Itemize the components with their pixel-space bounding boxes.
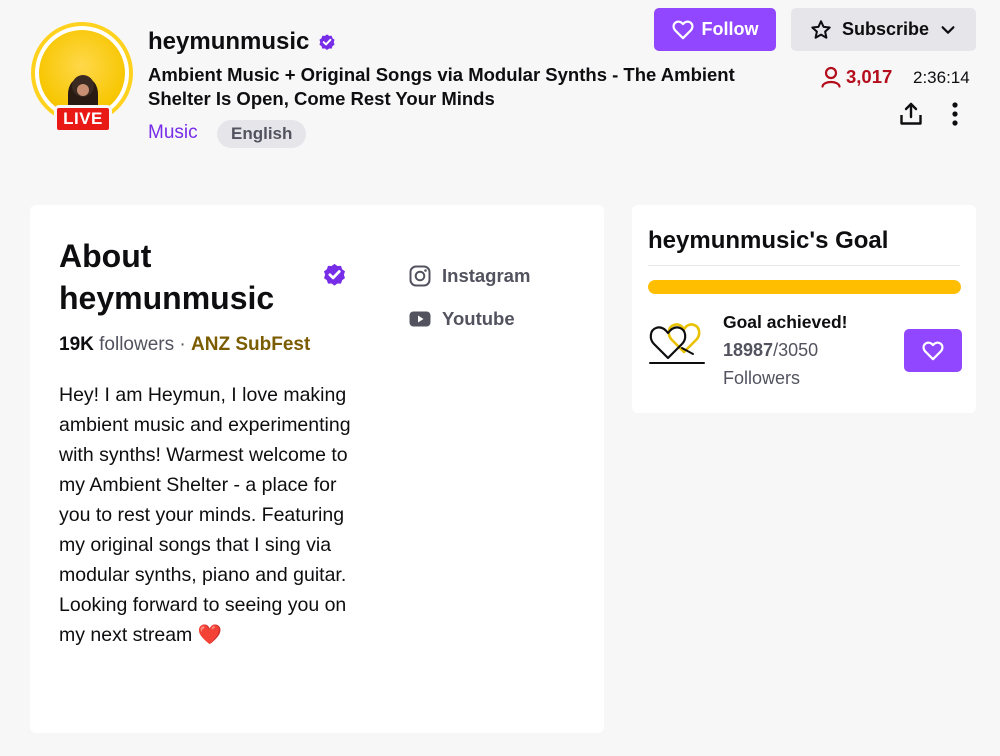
- subscribe-button[interactable]: Subscribe: [791, 8, 976, 51]
- verified-badge-icon: [319, 34, 335, 51]
- goal-status: Goal achieved!: [723, 312, 848, 332]
- instagram-icon: [409, 265, 431, 287]
- goal-current: 18987: [723, 340, 774, 360]
- stream-uptime: 2:36:14: [913, 68, 970, 87]
- heart-icon: [671, 20, 694, 39]
- viewer-count: 3,017: [820, 66, 892, 88]
- goal-title: heymunmusic's Goal: [648, 227, 889, 254]
- person-icon: [821, 66, 841, 88]
- social-label: Youtube: [442, 308, 515, 329]
- two-hearts-icon: [649, 323, 705, 364]
- share-icon[interactable]: [898, 101, 924, 127]
- goal-progress-fill: [648, 280, 961, 294]
- verified-badge-icon: [324, 263, 345, 286]
- channel-avatar[interactable]: LIVE: [31, 22, 133, 133]
- follow-button-label: Follow: [701, 19, 759, 39]
- about-panel: About heymunmusic 19K followers · ANZ Su…: [30, 205, 604, 733]
- goal-target: /3050: [773, 340, 819, 360]
- goal-follow-button[interactable]: [904, 329, 962, 372]
- goal-unit: Followers: [723, 368, 801, 388]
- social-label: Instagram: [442, 265, 531, 286]
- goal-divider: [648, 265, 960, 266]
- heart-icon: [922, 341, 944, 360]
- live-badge: LIVE: [54, 105, 112, 133]
- avatar-image: [39, 30, 125, 116]
- followers-line: 19K followers · ANZ SubFest: [59, 334, 310, 356]
- team-link[interactable]: ANZ SubFest: [191, 334, 310, 355]
- subscribe-button-label: Subscribe: [841, 19, 930, 39]
- follow-button[interactable]: Follow: [654, 8, 776, 51]
- about-title: About heymunmusic: [59, 238, 275, 316]
- chevron-down-icon: [941, 25, 955, 34]
- stream-title: Ambient Music + Original Songs via Modul…: [148, 64, 735, 109]
- social-link-instagram[interactable]: Instagram: [408, 264, 530, 288]
- goal-panel: heymunmusic's Goal Goal achieved! 18987/…: [632, 205, 976, 413]
- separator-dot: ·: [179, 334, 186, 355]
- followers-count: 19K: [59, 334, 94, 355]
- category-link[interactable]: Music: [148, 122, 198, 144]
- channel-name-row: heymunmusic: [148, 28, 336, 56]
- channel-name[interactable]: heymunmusic: [148, 28, 309, 56]
- followers-label: followers: [99, 334, 175, 355]
- goal-progress-bar: [648, 280, 961, 294]
- language-tag[interactable]: English: [217, 120, 307, 148]
- goal-progress-text: 18987/3050: [723, 340, 818, 361]
- star-icon: [811, 19, 831, 39]
- more-vertical-icon[interactable]: [943, 101, 967, 127]
- viewer-count-value: 3,017: [846, 66, 893, 87]
- youtube-icon: [409, 311, 431, 327]
- social-link-youtube[interactable]: Youtube: [408, 307, 515, 331]
- channel-bio: Hey! I am Heymun, I love making ambient …: [59, 384, 351, 646]
